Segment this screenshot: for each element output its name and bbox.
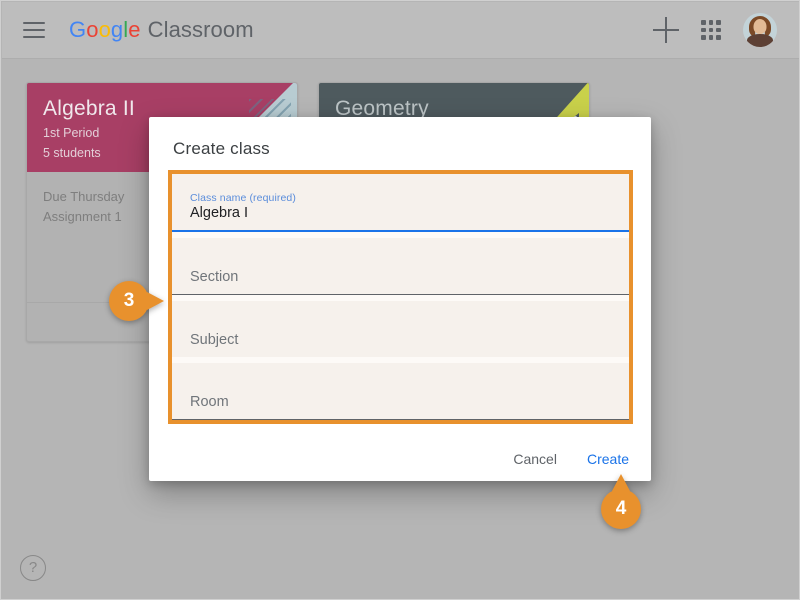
subject-field[interactable]: Subject bbox=[172, 301, 629, 357]
avatar-face bbox=[753, 19, 767, 34]
room-field[interactable]: Room bbox=[172, 363, 629, 419]
create-class-dialog: Create class Class name (required) Algeb… bbox=[149, 117, 651, 481]
user-avatar[interactable] bbox=[743, 13, 777, 47]
class-name-input[interactable]: Algebra I bbox=[190, 205, 611, 221]
step-callout-3: 3 bbox=[109, 281, 164, 321]
apps-grid-icon[interactable] bbox=[701, 20, 721, 40]
subject-input[interactable]: Subject bbox=[190, 332, 611, 348]
room-input[interactable]: Room bbox=[190, 394, 611, 410]
class-name-field[interactable]: Class name (required) Algebra I bbox=[172, 174, 629, 230]
dialog-action-buttons: Cancel Create bbox=[513, 451, 629, 467]
form-fields-highlight-box: Class name (required) Algebra I Section … bbox=[168, 170, 633, 424]
plus-icon[interactable] bbox=[653, 17, 679, 43]
hamburger-line bbox=[23, 22, 45, 24]
apps-dot bbox=[701, 35, 706, 40]
avatar-body bbox=[747, 34, 773, 47]
apps-dot bbox=[708, 20, 714, 25]
section-field[interactable]: Section bbox=[172, 238, 629, 294]
app-header-bar: Google Classroom bbox=[2, 2, 799, 59]
apps-dot bbox=[716, 35, 721, 40]
section-input[interactable]: Section bbox=[190, 269, 611, 285]
apps-dot bbox=[701, 27, 706, 33]
apps-dot bbox=[701, 20, 706, 25]
dialog-title: Create class bbox=[173, 139, 270, 158]
apps-dot bbox=[716, 20, 721, 25]
hamburger-menu-icon[interactable] bbox=[23, 22, 45, 38]
screenshot-root: Google Classroom Algebra II 1st Period 5… bbox=[0, 0, 800, 600]
create-button[interactable]: Create bbox=[587, 451, 629, 467]
brand-google-text: Google bbox=[69, 17, 141, 42]
apps-dot bbox=[708, 27, 714, 33]
step-callout-4: 4 bbox=[601, 474, 641, 529]
apps-dot bbox=[716, 27, 721, 33]
hamburger-line bbox=[23, 36, 45, 38]
class-name-label: Class name (required) bbox=[190, 192, 296, 204]
hamburger-line bbox=[23, 29, 45, 31]
app-brand-logo[interactable]: Google Classroom bbox=[69, 17, 254, 43]
app-header-actions bbox=[653, 13, 777, 47]
room-underline bbox=[172, 419, 629, 420]
apps-dot bbox=[708, 35, 714, 40]
brand-product-text: Classroom bbox=[147, 17, 254, 42]
help-question-icon[interactable]: ? bbox=[20, 555, 46, 581]
cancel-button[interactable]: Cancel bbox=[513, 451, 557, 467]
